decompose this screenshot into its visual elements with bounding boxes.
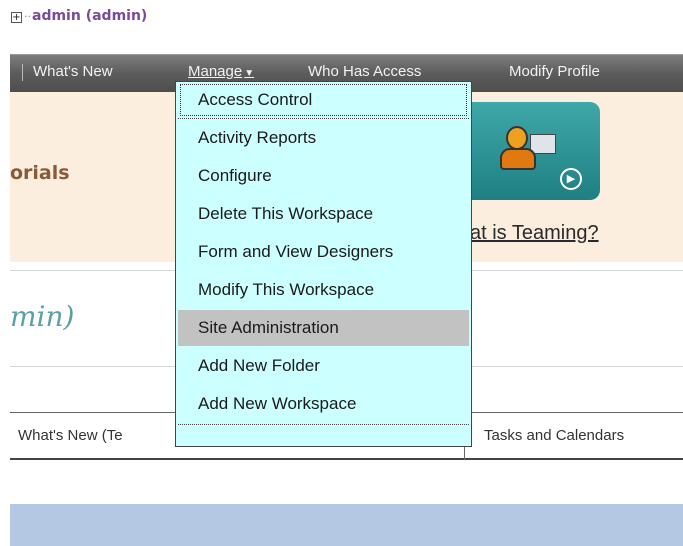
person-head-icon: [506, 126, 528, 150]
nav-separator: [22, 64, 23, 81]
chevron-down-icon: ▼: [244, 68, 255, 79]
expand-toggle-icon[interactable]: +: [11, 12, 22, 23]
what-is-teaming-link[interactable]: at is Teaming?: [470, 222, 599, 245]
menu-item-modify-workspace[interactable]: Modify This Workspace: [178, 272, 469, 308]
menu-item-form-view-designers[interactable]: Form and View Designers: [178, 234, 469, 270]
menu-item-delete-workspace[interactable]: Delete This Workspace: [178, 196, 469, 232]
play-icon[interactable]: ▶: [560, 168, 582, 190]
tab-tasks-and-calendars[interactable]: Tasks and Calendars: [484, 427, 624, 444]
manage-dropdown-menu: Access Control Activity Reports Configur…: [175, 81, 472, 447]
tree-connector: ··: [24, 10, 31, 23]
nav-whats-new[interactable]: What's New: [33, 63, 113, 80]
tab-whats-new[interactable]: What's New (Te: [18, 427, 123, 444]
menu-item-site-administration[interactable]: Site Administration: [178, 310, 469, 346]
nav-modify-profile[interactable]: Modify Profile: [509, 63, 600, 80]
nav-who-has-access[interactable]: Who Has Access: [308, 63, 421, 80]
menu-divider: [178, 424, 469, 425]
nav-manage-label: Manage: [188, 63, 243, 80]
workspace-title: min): [10, 300, 75, 333]
teaming-video-tile[interactable]: ▶: [462, 102, 600, 200]
menu-item-activity-reports[interactable]: Activity Reports: [178, 120, 469, 156]
menu-item-add-workspace[interactable]: Add New Workspace: [178, 386, 469, 422]
content-header-bar: [10, 504, 683, 546]
user-tree-link[interactable]: admin (admin): [32, 8, 147, 24]
menu-divider: [178, 118, 469, 119]
person-body-icon: [500, 148, 536, 170]
tutorials-heading: orials: [10, 162, 70, 184]
menu-item-access-control[interactable]: Access Control: [178, 82, 469, 118]
nav-manage[interactable]: Manage ▼: [188, 63, 254, 80]
menu-item-configure[interactable]: Configure: [178, 158, 469, 194]
menu-item-add-folder[interactable]: Add New Folder: [178, 348, 469, 384]
